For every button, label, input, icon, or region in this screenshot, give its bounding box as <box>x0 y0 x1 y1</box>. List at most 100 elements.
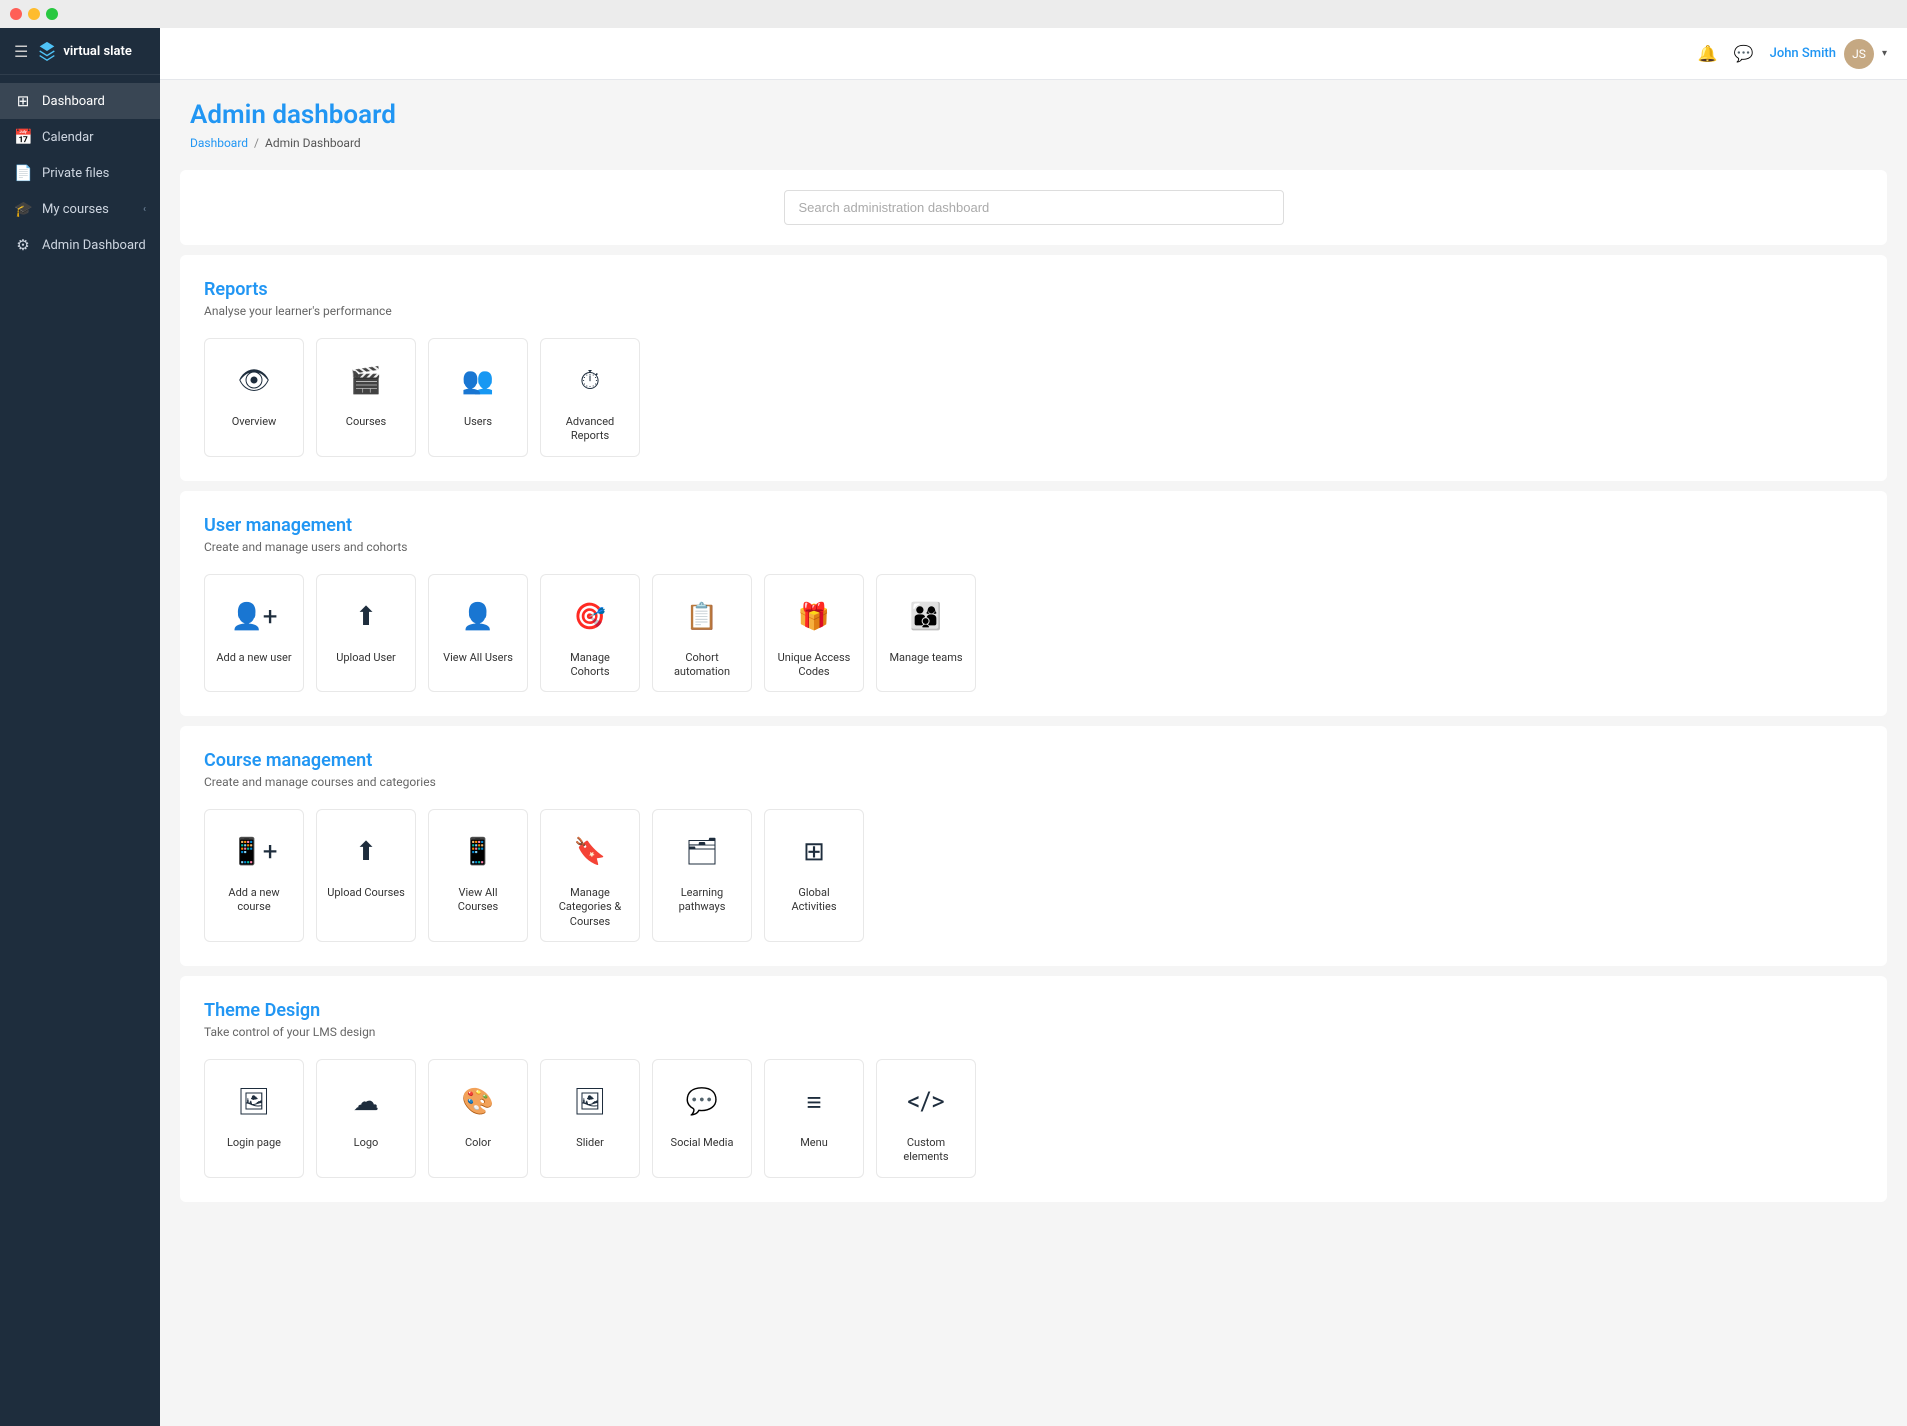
card-slider[interactable]: 🖼Slider <box>540 1059 640 1178</box>
card-courses[interactable]: 🎬Courses <box>316 338 416 457</box>
section-reports: ReportsAnalyse your learner's performanc… <box>180 255 1887 481</box>
card-cohort-automation[interactable]: 📋 Cohort automation <box>652 574 752 693</box>
file-icon: 📄 <box>14 164 32 182</box>
unique-access-codes-icon: 🎁 <box>790 593 838 641</box>
card-upload-user[interactable]: ⬆Upload User <box>316 574 416 693</box>
upload-courses-label: Upload Courses <box>327 886 405 900</box>
social-media-icon: 💬 <box>678 1078 726 1126</box>
custom-elements-label: Custom elements <box>887 1136 965 1165</box>
card-learning-pathways[interactable]: 🗂Learning pathways <box>652 809 752 942</box>
user-chevron-icon: ▾ <box>1882 48 1887 59</box>
card-color[interactable]: 🎨Color <box>428 1059 528 1178</box>
cards-row-course-management: 📱+Add a new course ⬆ Upload Courses 📱 View A… <box>204 809 1863 942</box>
section-title-user-management: User management <box>204 515 1863 536</box>
close-button[interactable] <box>10 8 22 20</box>
username-label: John Smith <box>1770 46 1836 61</box>
card-users[interactable]: 👥Users <box>428 338 528 457</box>
breadcrumb-separator: / <box>254 136 259 150</box>
global-activities-label: Global Activities <box>775 886 853 915</box>
breadcrumb: Dashboard / Admin Dashboard <box>190 136 1877 150</box>
card-social-media[interactable]: 💬Social Media <box>652 1059 752 1178</box>
manage-categories-label: Manage Categories & Courses <box>551 886 629 929</box>
card-login-page[interactable]: 🖼Login page <box>204 1059 304 1178</box>
minimize-button[interactable] <box>28 8 40 20</box>
brand-logo: virtual slate <box>36 40 132 62</box>
card-menu[interactable]: ≡Menu <box>764 1059 864 1178</box>
logo-label: Logo <box>354 1136 379 1150</box>
section-desc-theme-design: Take control of your LMS design <box>204 1025 1863 1039</box>
upload-courses-icon: ⬆ <box>342 828 390 876</box>
content-area: Admin dashboard Dashboard / Admin Dashbo… <box>160 80 1907 1426</box>
titlebar <box>0 0 1907 28</box>
sidebar: ☰ virtual slate ⊞ Dashboard 📅 Calendar 📄 <box>0 28 160 1426</box>
card-manage-cohorts[interactable]: 🎯Manage Cohorts <box>540 574 640 693</box>
section-title-reports: Reports <box>204 279 1863 300</box>
breadcrumb-home[interactable]: Dashboard <box>190 136 248 150</box>
breadcrumb-current: Admin Dashboard <box>265 136 361 150</box>
view-all-courses-label: View All Courses <box>439 886 517 915</box>
sidebar-label-my-courses: My courses <box>42 202 133 217</box>
sidebar-label-dashboard: Dashboard <box>42 94 146 109</box>
cohort-automation-label: Cohort automation <box>663 651 741 680</box>
card-manage-categories[interactable]: 🔖Manage Categories & Courses <box>540 809 640 942</box>
overview-icon: 👁 <box>230 357 278 405</box>
sidebar-label-calendar: Calendar <box>42 130 146 145</box>
view-all-courses-icon: 📱 <box>454 828 502 876</box>
dashboard-icon: ⊞ <box>14 92 32 110</box>
sidebar-nav: ⊞ Dashboard 📅 Calendar 📄 Private files 🎓… <box>0 75 160 271</box>
notification-icon[interactable]: 🔔 <box>1698 44 1718 63</box>
advanced-reports-label: Advanced Reports <box>551 415 629 444</box>
card-manage-teams[interactable]: 👨‍👩‍👦Manage teams <box>876 574 976 693</box>
sidebar-item-private-files[interactable]: 📄 Private files <box>0 155 160 191</box>
card-add-new-user[interactable]: 👤+Add a new user <box>204 574 304 693</box>
learning-pathways-icon: 🗂 <box>678 828 726 876</box>
topbar: 🔔 💬 John Smith JS ▾ <box>160 28 1907 80</box>
message-icon[interactable]: 💬 <box>1734 44 1754 63</box>
card-custom-elements[interactable]: </> Custom elements <box>876 1059 976 1178</box>
cohort-automation-icon: 📋 <box>678 593 726 641</box>
overview-label: Overview <box>232 415 277 429</box>
card-view-all-courses[interactable]: 📱 View All Courses <box>428 809 528 942</box>
slider-label: Slider <box>576 1136 604 1150</box>
app-container: ☰ virtual slate ⊞ Dashboard 📅 Calendar 📄 <box>0 28 1907 1426</box>
manage-teams-icon: 👨‍👩‍👦 <box>902 593 950 641</box>
sidebar-item-dashboard[interactable]: ⊞ Dashboard <box>0 83 160 119</box>
section-course-management: Course managementCreate and manage cours… <box>180 726 1887 966</box>
advanced-reports-icon: ⏱ <box>566 357 614 405</box>
search-input[interactable] <box>784 190 1284 225</box>
chevron-left-icon: ‹ <box>143 204 146 215</box>
card-add-new-course[interactable]: 📱+Add a new course <box>204 809 304 942</box>
card-advanced-reports[interactable]: ⏱ Advanced Reports <box>540 338 640 457</box>
maximize-button[interactable] <box>46 8 58 20</box>
calendar-icon: 📅 <box>14 128 32 146</box>
brand-logo-icon <box>36 40 58 62</box>
hamburger-icon[interactable]: ☰ <box>14 42 28 61</box>
unique-access-codes-label: Unique Access Codes <box>775 651 853 680</box>
brand-name: virtual slate <box>63 44 132 59</box>
section-theme-design: Theme DesignTake control of your LMS des… <box>180 976 1887 1202</box>
card-logo[interactable]: ☁ Logo <box>316 1059 416 1178</box>
sidebar-item-admin-dashboard[interactable]: ⚙ Admin Dashboard <box>0 227 160 263</box>
manage-cohorts-label: Manage Cohorts <box>551 651 629 680</box>
add-new-user-label: Add a new user <box>216 651 291 665</box>
global-activities-icon: ⊞ <box>790 828 838 876</box>
custom-elements-icon: </> <box>902 1078 950 1126</box>
user-menu[interactable]: John Smith JS ▾ <box>1770 39 1887 69</box>
avatar: JS <box>1844 39 1874 69</box>
page-title: Admin dashboard <box>190 100 1877 130</box>
sidebar-item-my-courses[interactable]: 🎓 My courses ‹ <box>0 191 160 227</box>
card-unique-access-codes[interactable]: 🎁 Unique Access Codes <box>764 574 864 693</box>
logo-icon: ☁ <box>342 1078 390 1126</box>
card-view-all-users[interactable]: 👤View All Users <box>428 574 528 693</box>
page-header: Admin dashboard Dashboard / Admin Dashbo… <box>160 80 1907 160</box>
users-icon: 👥 <box>454 357 502 405</box>
color-label: Color <box>465 1136 491 1150</box>
sidebar-item-calendar[interactable]: 📅 Calendar <box>0 119 160 155</box>
card-overview[interactable]: 👁 Overview <box>204 338 304 457</box>
card-upload-courses[interactable]: ⬆ Upload Courses <box>316 809 416 942</box>
menu-icon: ≡ <box>790 1078 838 1126</box>
graduation-icon: 🎓 <box>14 200 32 218</box>
courses-label: Courses <box>346 415 386 429</box>
login-page-icon: 🖼 <box>230 1078 278 1126</box>
card-global-activities[interactable]: ⊞ Global Activities <box>764 809 864 942</box>
